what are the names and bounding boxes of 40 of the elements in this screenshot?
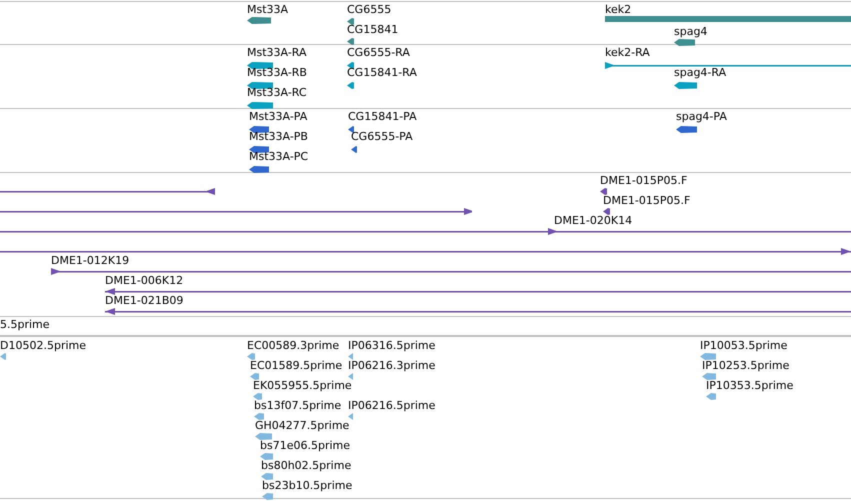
feature-label: Mst33A-RB bbox=[247, 66, 307, 80]
feature-label: D10502.5prime bbox=[0, 339, 86, 353]
feature-label: CG15841-RA bbox=[347, 66, 417, 80]
feature-label: DME1-015P05.F bbox=[603, 194, 690, 208]
feature-label: EC01589.5prime bbox=[250, 359, 342, 373]
feature-label: 5.5prime bbox=[0, 318, 50, 332]
feature-label: Mst33A-PB bbox=[249, 130, 308, 144]
feature-label: DME1-020K14 bbox=[554, 214, 632, 228]
feature-label: Mst33A-PA bbox=[249, 110, 308, 124]
feature-label: IP06316.5prime bbox=[348, 339, 436, 353]
feature-label: Mst33A-RC bbox=[247, 86, 307, 100]
feature-label: DME1-015P05.F bbox=[600, 174, 688, 188]
feature-label: CG6555-PA bbox=[351, 130, 413, 144]
feature-label: DME1-021B09 bbox=[105, 294, 184, 308]
feature-label: IP06216.5prime bbox=[348, 399, 436, 413]
feature-label: Mst33A bbox=[247, 3, 288, 17]
feature-label: bs80h02.5prime bbox=[261, 459, 352, 473]
feature-label: EC00589.3prime bbox=[247, 339, 340, 353]
feature-label: EK055955.5prime bbox=[253, 379, 352, 393]
feature-label: IP06216.3prime bbox=[348, 359, 436, 373]
feature-label: IP10253.5prime bbox=[702, 359, 790, 373]
feature-label: GH04277.5prime bbox=[255, 419, 350, 433]
feature-label: CG15841 bbox=[347, 23, 398, 37]
feature-label: kek2-RA bbox=[605, 46, 650, 60]
feature-label: IP10053.5prime bbox=[700, 339, 788, 353]
feature-label: kek2 bbox=[605, 3, 632, 17]
feature-label: CG15841-PA bbox=[348, 110, 417, 124]
feature-label: IP10353.5prime bbox=[706, 379, 794, 393]
feature-label: CG6555 bbox=[347, 3, 392, 17]
feature-label: spag4-PA bbox=[676, 110, 727, 124]
feature-label: DME1-006K12 bbox=[105, 274, 184, 288]
feature-label: spag4 bbox=[674, 25, 708, 39]
feature-label: spag4-RA bbox=[674, 66, 726, 80]
feature-label: bs13f07.5prime bbox=[254, 399, 342, 413]
feature-label: bs71e06.5prime bbox=[260, 439, 350, 453]
feature-label: CG6555-RA bbox=[347, 46, 410, 60]
feature-label: bs23b10.5prime bbox=[262, 479, 352, 493]
feature-label: Mst33A-RA bbox=[247, 46, 307, 60]
feature-label: DME1-012K19 bbox=[51, 254, 130, 268]
feature-label: Mst33A-PC bbox=[249, 150, 308, 164]
